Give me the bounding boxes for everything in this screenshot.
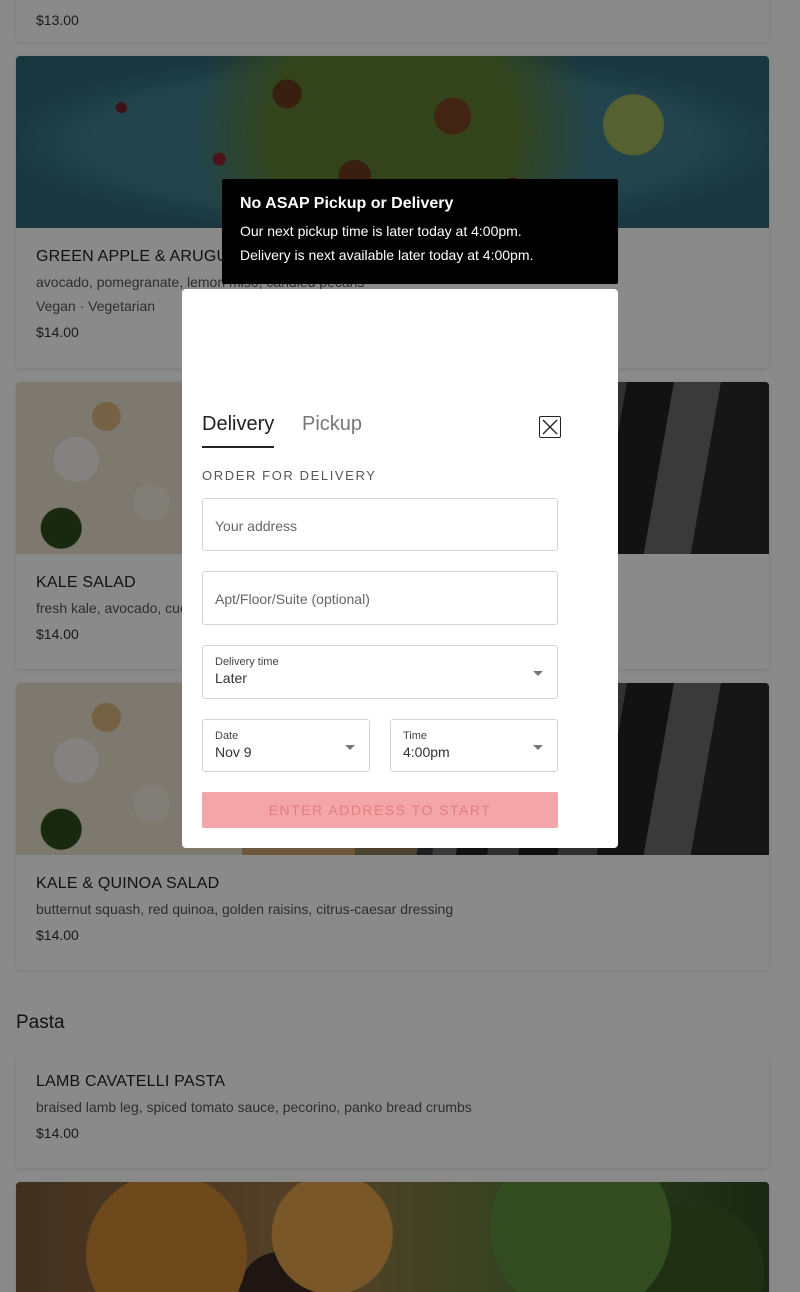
- apt-suite-input[interactable]: Apt/Floor/Suite (optional): [202, 571, 558, 625]
- close-icon: [542, 419, 558, 435]
- time-label: Time: [403, 730, 428, 742]
- date-value: Nov 9: [215, 744, 252, 760]
- date-select[interactable]: Date Nov 9: [202, 719, 370, 772]
- toast-title: No ASAP Pickup or Delivery: [240, 195, 454, 212]
- time-select[interactable]: Time 4:00pm: [390, 719, 558, 772]
- delivery-time-select[interactable]: Delivery time Later: [202, 645, 558, 699]
- chevron-down-icon: [345, 745, 355, 750]
- tab-pickup[interactable]: Pickup: [302, 413, 362, 446]
- apt-placeholder: Apt/Floor/Suite (optional): [215, 591, 370, 607]
- address-placeholder: Your address: [215, 518, 297, 534]
- tab-delivery[interactable]: Delivery: [202, 413, 275, 448]
- date-label: Date: [215, 730, 239, 742]
- chevron-down-icon: [533, 671, 543, 676]
- delivery-time-value: Later: [215, 670, 247, 686]
- close-button[interactable]: [539, 416, 561, 438]
- address-input[interactable]: Your address: [202, 498, 558, 551]
- enter-address-button[interactable]: ENTER ADDRESS TO START: [202, 792, 558, 828]
- toast-pickup-line: Our next pickup time is later today at 4…: [240, 223, 522, 239]
- time-value: 4:00pm: [403, 744, 450, 760]
- delivery-time-label: Delivery time: [215, 656, 279, 668]
- availability-toast: No ASAP Pickup or Delivery Our next pick…: [222, 179, 618, 284]
- chevron-down-icon: [533, 745, 543, 750]
- order-for-delivery-label: ORDER FOR DELIVERY: [202, 468, 377, 483]
- order-modal: Delivery Pickup ORDER FOR DELIVERY Your …: [182, 289, 618, 848]
- toast-delivery-line: Delivery is next available later today a…: [240, 247, 534, 263]
